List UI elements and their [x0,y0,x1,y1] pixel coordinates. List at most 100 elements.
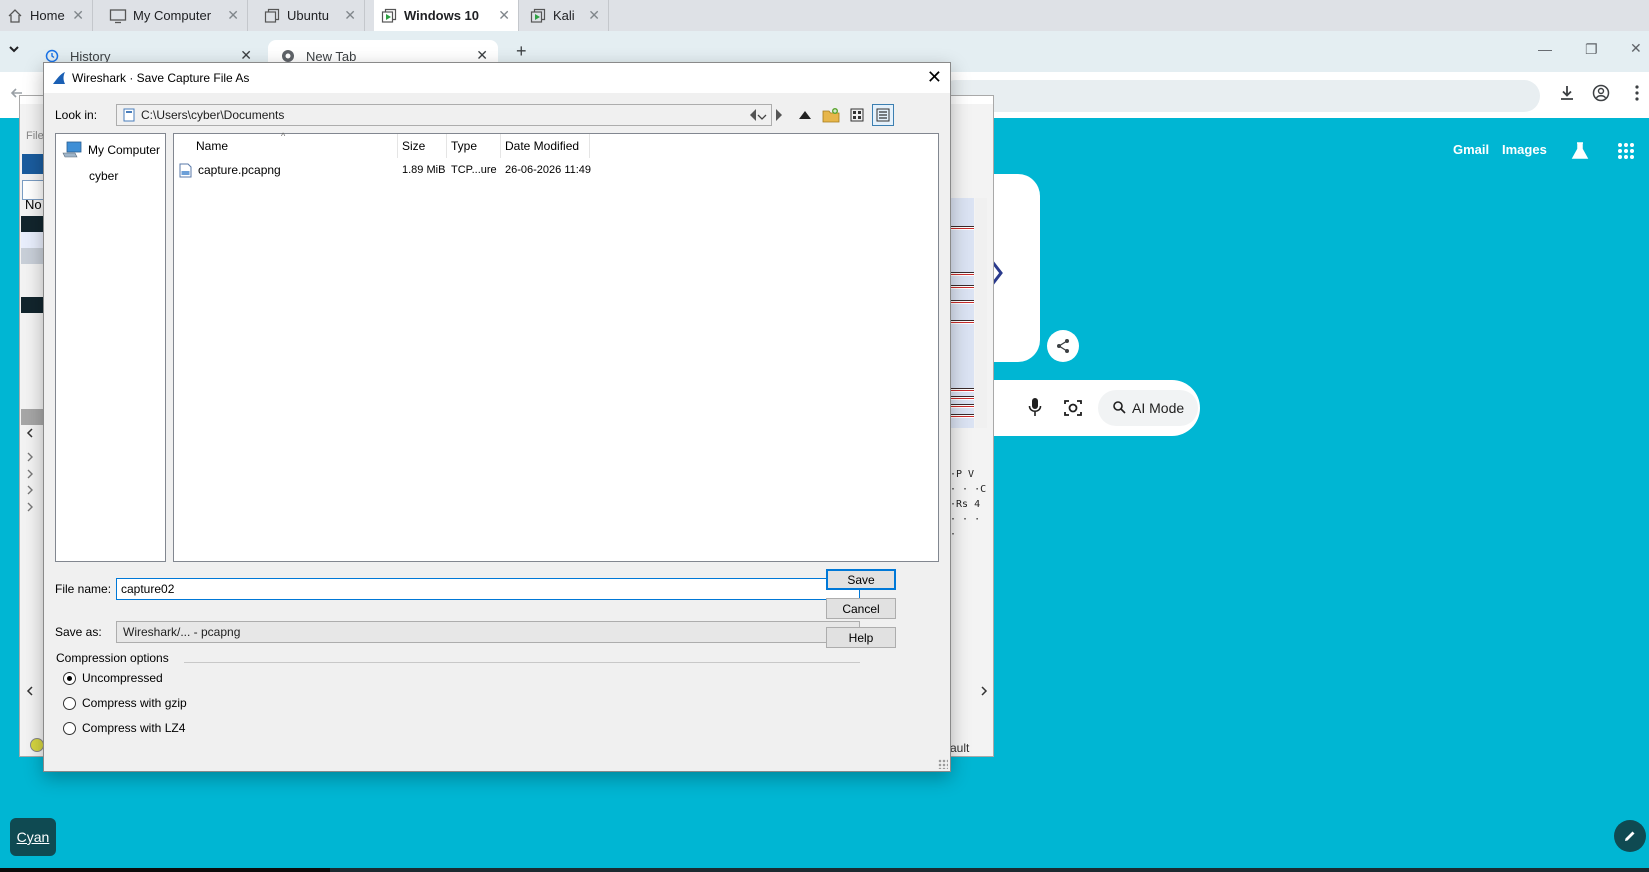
radio-label: Compress with LZ4 [82,721,186,735]
chevron-right-icon[interactable] [980,685,988,699]
radio-compress-lz4[interactable]: Compress with LZ4 [63,721,185,735]
help-button[interactable]: Help [826,627,896,648]
forward-icon[interactable] [768,104,790,126]
minimap-stripe [950,285,974,289]
capture-file-icon [179,161,192,179]
apps-grid-icon[interactable] [1617,142,1635,163]
packet-row[interactable] [21,248,43,264]
minimap-stripe [950,300,974,304]
vm-tab-bar: Home ✕ My Computer ✕ Ubuntu ✕ Windows 10… [0,0,1649,31]
vm-running-icon [529,7,547,25]
restore-icon[interactable]: ❐ [1585,41,1598,58]
packet-row[interactable] [21,232,43,248]
monitor-icon [109,7,127,25]
close-icon[interactable]: ✕ [588,7,600,24]
packet-row[interactable] [21,409,43,425]
save-as-combo[interactable]: Wireshark/... - pcapng [116,621,860,643]
column-no-header[interactable]: No [25,197,42,212]
vm-tab-label: Windows 10 [404,8,480,23]
expand-arrow-icon[interactable] [26,451,34,465]
detail-view-icon[interactable] [872,104,894,126]
profile-status[interactable]: ault [950,741,969,755]
file-date-cell: 26-06-2026 11:49 [505,164,592,176]
vm-tab-my-computer[interactable]: My Computer ✕ [103,0,248,31]
close-icon[interactable]: ✕ [227,7,239,24]
minimap-stripe [950,320,974,324]
close-icon[interactable]: ✕ [72,7,84,24]
cyan-theme-button[interactable]: Cyan [10,818,56,856]
minimap-stripe [950,272,974,276]
dialog-titlebar[interactable]: Wireshark · Save Capture File As ✕ [44,63,950,93]
file-menu[interactable]: File [26,130,44,142]
minimize-icon[interactable]: — [1538,41,1552,57]
vm-tab-label: My Computer [133,8,212,23]
gmail-link[interactable]: Gmail [1453,142,1489,157]
close-icon[interactable]: ✕ [1630,40,1642,57]
save-as-value: Wireshark/... - pcapng [123,625,241,639]
vm-tab-label: Kali [553,8,575,23]
share-button[interactable] [1047,330,1079,362]
new-folder-icon[interactable] [820,104,842,126]
radio-uncompressed[interactable]: Uncompressed [63,671,163,685]
cancel-button[interactable]: Cancel [826,598,896,619]
wireshark-fin-icon [22,154,44,174]
vm-tab-windows-10[interactable]: Windows 10 ✕ [374,0,519,31]
look-in-label: Look in: [55,108,98,122]
look-in-combo[interactable]: C:\Users\cyber\Documents [116,104,772,126]
close-icon[interactable]: ✕ [498,7,510,24]
file-name-input[interactable] [116,578,860,600]
parent-directory-icon[interactable] [794,104,816,126]
hex-row: ·Rs 4 [950,499,981,510]
vm-running-icon [380,7,398,25]
radio-compress-gzip[interactable]: Compress with gzip [63,696,187,710]
ai-mode-button[interactable]: AI Mode [1098,390,1199,426]
vm-tab-home[interactable]: Home ✕ [0,0,93,31]
radio-label: Uncompressed [82,671,163,685]
more-menu-icon[interactable] [1634,84,1640,105]
packet-row[interactable] [21,216,43,232]
expand-arrow-icon[interactable] [26,468,34,482]
resize-grip[interactable] [938,759,948,769]
close-icon[interactable]: ✕ [927,68,942,86]
packet-row[interactable] [21,297,43,313]
images-link[interactable]: Images [1502,142,1547,157]
download-icon[interactable] [1558,84,1576,105]
profile-icon[interactable] [1592,84,1610,105]
new-tab-button[interactable]: + [516,41,527,62]
vm-tab-label: Home [30,8,65,23]
close-icon[interactable]: ✕ [344,7,356,24]
customize-button[interactable] [1614,820,1646,852]
expand-arrow-icon[interactable] [26,484,34,498]
vm-tab-kali[interactable]: Kali ✕ [523,0,609,31]
column-header-date-modified[interactable]: Date Modified [501,134,590,158]
file-name-cell: capture.pcapng [198,163,281,177]
vm-tab-ubuntu[interactable]: Ubuntu ✕ [257,0,365,31]
computer-icon [62,141,82,159]
status-indicator-icon[interactable] [30,738,44,752]
wireshark-fin-icon [52,71,66,85]
sidebar-item-cyber[interactable]: cyber [89,169,118,183]
save-capture-dialog: Wireshark · Save Capture File As ✕ Look … [43,62,951,772]
save-button[interactable]: Save [826,569,896,590]
sidebar-item-label: My Computer [88,143,161,157]
microphone-icon[interactable] [1028,397,1042,420]
back-icon[interactable] [742,104,764,126]
sidebar-item-my-computer[interactable]: My Computer [62,141,160,159]
packet-minimap[interactable] [950,198,974,428]
vm-tab-label: Ubuntu [287,8,329,23]
list-view-icon[interactable] [846,104,868,126]
minimap-stripe [950,226,974,230]
chevron-left-icon[interactable] [26,685,34,699]
column-header-label: Type [451,139,478,153]
expand-arrow-icon[interactable] [26,501,34,515]
column-header-name[interactable]: Name ^ [174,131,398,158]
chevron-left-icon[interactable] [26,427,34,441]
vertical-scrollbar[interactable] [975,198,987,428]
column-header-size[interactable]: Size [398,134,447,158]
column-header-label: Name [196,139,229,153]
address-bar[interactable] [940,80,1540,112]
column-header-type[interactable]: Type [447,134,501,158]
lens-camera-icon[interactable] [1063,398,1083,421]
chevron-down-icon[interactable] [8,43,20,57]
labs-flask-icon[interactable] [1570,141,1590,164]
